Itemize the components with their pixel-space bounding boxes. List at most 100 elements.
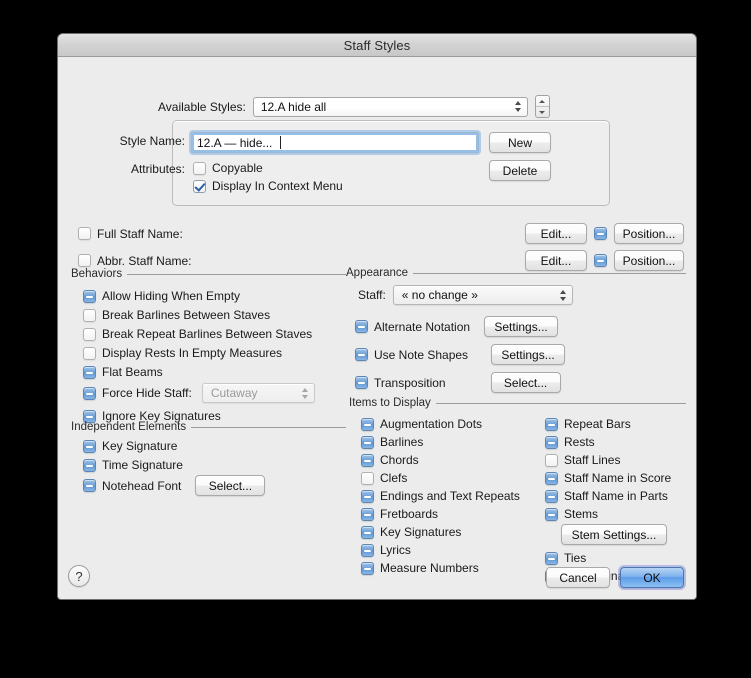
item-ties[interactable]: Ties — [545, 551, 586, 565]
key-signatures-checkbox[interactable] — [361, 525, 374, 539]
item-key-signatures[interactable]: Key Signatures — [361, 525, 461, 539]
chevron-updown-icon — [301, 386, 310, 400]
display-in-context-menu-row[interactable]: Display In Context Menu — [193, 179, 343, 193]
staff-name-in-parts-checkbox[interactable] — [545, 489, 558, 503]
stepper-down-button[interactable] — [536, 107, 549, 117]
allow-hiding-when-empty-checkbox[interactable] — [83, 289, 96, 303]
appearance-staff-popup[interactable]: « no change » — [392, 285, 573, 305]
new-button[interactable]: New — [489, 132, 551, 153]
item-chords[interactable]: Chords — [361, 453, 419, 467]
available-styles-combobox[interactable]: 12.A hide all — [252, 96, 528, 117]
full-staff-name-label: Full Staff Name: — [97, 226, 183, 241]
appearance-use-note-shapes[interactable]: Use Note Shapes Settings... — [355, 344, 566, 365]
measure-numbers-checkbox[interactable] — [361, 561, 374, 575]
alternate-notation-label: Alternate Notation — [374, 319, 471, 334]
stem-settings-wrap: Stem Settings... — [561, 524, 667, 545]
item-staff-name-in-parts[interactable]: Staff Name in Parts — [545, 489, 668, 503]
appearance-staff-label: Staff: — [358, 288, 386, 302]
available-styles-stepper[interactable] — [534, 95, 550, 118]
appearance-rule — [413, 272, 686, 274]
barlines-checkbox[interactable] — [361, 435, 374, 449]
independent-key-signature[interactable]: Key Signature — [83, 439, 177, 453]
staff-lines-checkbox[interactable] — [545, 453, 558, 467]
behaviors-section-header: Behaviors — [71, 268, 346, 280]
stepper-up-button[interactable] — [535, 96, 549, 107]
staff-name-in-score-checkbox[interactable] — [545, 471, 558, 485]
cancel-button[interactable]: Cancel — [546, 567, 610, 588]
notehead-font-checkbox[interactable] — [83, 479, 96, 492]
use-note-shapes-checkbox[interactable] — [355, 348, 368, 361]
full-staff-name-mid-checkbox[interactable] — [594, 227, 607, 240]
appearance-alternate-notation[interactable]: Alternate Notation Settings... — [355, 316, 559, 337]
full-staff-name-checkbox[interactable] — [78, 227, 91, 240]
ok-button[interactable]: OK — [620, 567, 684, 588]
behavior-flat-beams[interactable]: Flat Beams — [83, 365, 163, 379]
style-name-value: 12.A — hide... — [197, 135, 273, 150]
rests-checkbox[interactable] — [545, 435, 558, 449]
item-fretboards[interactable]: Fretboards — [361, 507, 438, 521]
time-signature-checkbox[interactable] — [83, 458, 96, 472]
copyable-checkbox[interactable] — [193, 161, 206, 175]
item-stems[interactable]: Stems — [545, 507, 598, 521]
transposition-select-button[interactable]: Select... — [490, 372, 561, 393]
independent-time-signature[interactable]: Time Signature — [83, 458, 183, 472]
item-staff-name-in-score[interactable]: Staff Name in Score — [545, 471, 671, 485]
behavior-force-hide-staff[interactable]: Force Hide Staff: Cutaway — [83, 383, 315, 403]
item-measure-numbers[interactable]: Measure Numbers — [361, 561, 479, 575]
alternate-notation-settings-button[interactable]: Settings... — [484, 316, 559, 337]
behavior-allow-hiding-when-empty[interactable]: Allow Hiding When Empty — [83, 289, 240, 303]
lyrics-checkbox[interactable] — [361, 543, 374, 557]
use-note-shapes-settings-button[interactable]: Settings... — [491, 344, 566, 365]
force-hide-staff-popup[interactable]: Cutaway — [201, 383, 315, 403]
delete-button[interactable]: Delete — [489, 160, 551, 181]
barlines-label: Barlines — [380, 435, 424, 449]
appearance-staff-row: Staff: « no change » — [358, 285, 573, 305]
behaviors-title: Behaviors — [71, 268, 123, 280]
clefs-label: Clefs — [380, 471, 408, 485]
repeat-bars-checkbox[interactable] — [545, 417, 558, 431]
break-barlines-checkbox[interactable] — [83, 308, 96, 322]
augmentation-dots-checkbox[interactable] — [361, 417, 374, 431]
behavior-break-barlines-between-staves[interactable]: Break Barlines Between Staves — [83, 308, 270, 322]
full-staff-name-position-button[interactable]: Position... — [614, 223, 684, 244]
abbr-staff-name-checkbox[interactable] — [78, 254, 91, 267]
item-repeat-bars[interactable]: Repeat Bars — [545, 417, 631, 431]
help-button[interactable]: ? — [68, 565, 90, 587]
appearance-transposition[interactable]: Transposition Select... — [355, 372, 561, 393]
full-staff-name-edit-button[interactable]: Edit... — [525, 223, 587, 244]
item-lyrics[interactable]: Lyrics — [361, 543, 411, 557]
display-in-context-menu-checkbox[interactable] — [193, 179, 206, 193]
abbr-staff-name-mid-checkbox[interactable] — [594, 254, 607, 267]
item-augmentation-dots[interactable]: Augmentation Dots — [361, 417, 482, 431]
allow-hiding-when-empty-label: Allow Hiding When Empty — [102, 289, 241, 303]
transposition-checkbox[interactable] — [355, 376, 368, 389]
item-barlines[interactable]: Barlines — [361, 435, 423, 449]
notehead-font-select-button[interactable]: Select... — [195, 475, 266, 496]
display-rests-checkbox[interactable] — [83, 346, 96, 360]
ties-checkbox[interactable] — [545, 551, 558, 565]
item-endings-and-text-repeats[interactable]: Endings and Text Repeats — [361, 489, 520, 503]
stems-checkbox[interactable] — [545, 507, 558, 521]
alternate-notation-checkbox[interactable] — [355, 320, 368, 333]
attributes-label: Attributes: — [130, 162, 185, 176]
stem-settings-button[interactable]: Stem Settings... — [561, 524, 667, 545]
behavior-display-rests-in-empty-measures[interactable]: Display Rests In Empty Measures — [83, 346, 282, 360]
independent-notehead-font[interactable]: Notehead Font Select... — [83, 475, 266, 496]
endings-and-text-repeats-checkbox[interactable] — [361, 489, 374, 503]
key-signature-checkbox[interactable] — [83, 439, 96, 453]
item-rests[interactable]: Rests — [545, 435, 595, 449]
augmentation-dots-label: Augmentation Dots — [380, 417, 483, 431]
staff-name-in-parts-label: Staff Name in Parts — [564, 489, 668, 503]
behavior-break-repeat-barlines-between-staves[interactable]: Break Repeat Barlines Between Staves — [83, 327, 312, 341]
force-hide-staff-checkbox[interactable] — [83, 386, 96, 400]
break-repeat-barlines-checkbox[interactable] — [83, 327, 96, 341]
copyable-checkbox-row[interactable]: Copyable — [193, 161, 263, 175]
fretboards-checkbox[interactable] — [361, 507, 374, 521]
item-clefs[interactable]: Clefs — [361, 471, 407, 485]
chords-checkbox[interactable] — [361, 453, 374, 467]
clefs-checkbox[interactable] — [361, 471, 374, 485]
style-name-input[interactable]: 12.A — hide... — [191, 132, 479, 153]
flat-beams-checkbox[interactable] — [83, 365, 96, 379]
item-staff-lines[interactable]: Staff Lines — [545, 453, 620, 467]
items-to-display-section-header: Items to Display — [349, 397, 686, 409]
